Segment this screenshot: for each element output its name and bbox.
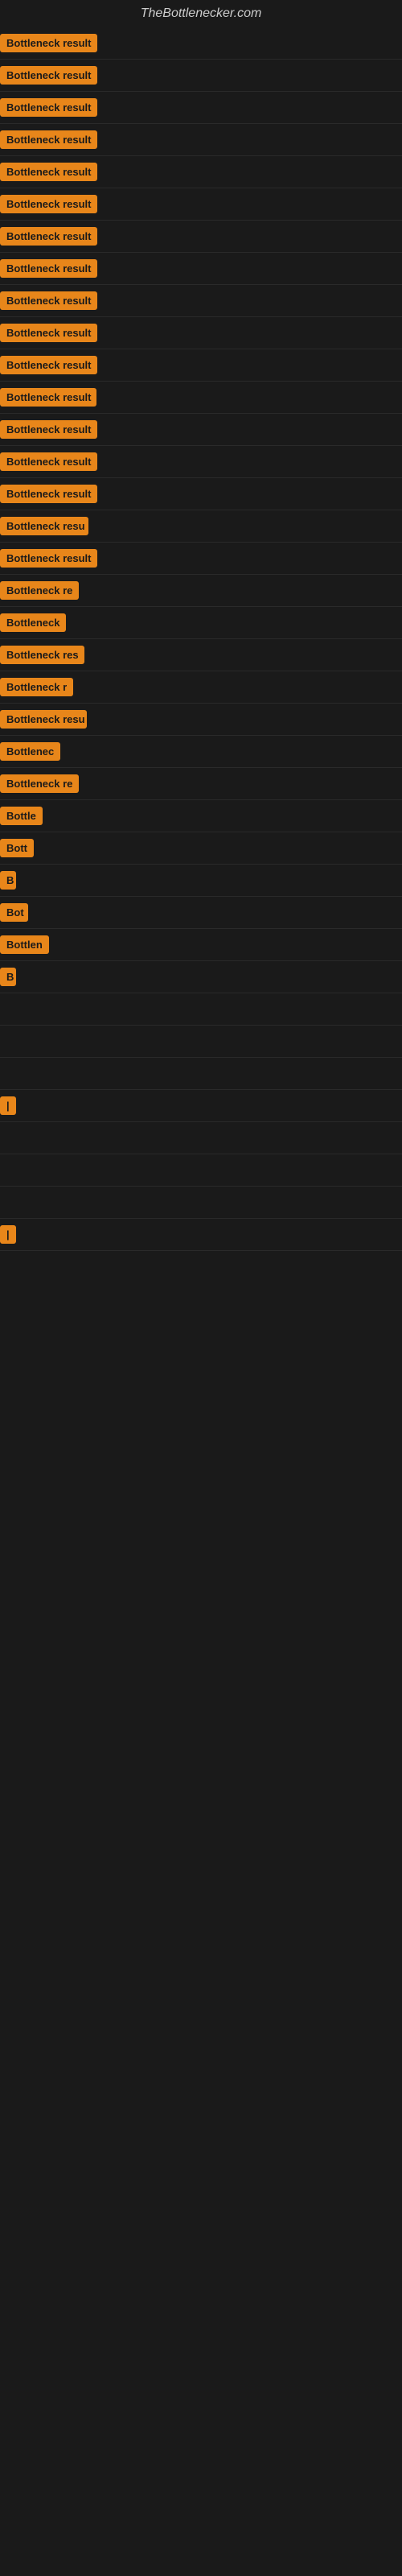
list-item: Bottleneck result: [0, 414, 402, 446]
bottleneck-badge: Bottleneck result: [0, 549, 97, 568]
bottleneck-badge: Bottleneck re: [0, 774, 79, 793]
list-item: B: [0, 961, 402, 993]
bottleneck-badge: Bottlenec: [0, 742, 60, 761]
list-item: Bottleneck res: [0, 639, 402, 671]
bottleneck-badge: Bott: [0, 839, 34, 857]
bottleneck-badge: Bottleneck result: [0, 227, 97, 246]
list-item: Bottleneck result: [0, 446, 402, 478]
list-item: Bottleneck r: [0, 671, 402, 704]
bottleneck-badge: Bottleneck: [0, 613, 66, 632]
bottleneck-badge: Bottlen: [0, 935, 49, 954]
bottleneck-badge: Bottleneck resu: [0, 710, 87, 729]
list-item: Bottleneck re: [0, 575, 402, 607]
list-item: Bottleneck resu: [0, 510, 402, 543]
bottleneck-badge: Bottleneck resu: [0, 517, 88, 535]
bottleneck-badge: Bottleneck result: [0, 259, 97, 278]
list-item: Bottleneck result: [0, 317, 402, 349]
bottleneck-badge: Bottle: [0, 807, 43, 825]
list-item: Bottlen: [0, 929, 402, 961]
list-item: Bottleneck result: [0, 478, 402, 510]
bottleneck-badge: Bottleneck result: [0, 452, 97, 471]
bottleneck-container: Bottleneck result Bottleneck result Bottle…: [0, 27, 402, 1251]
bottleneck-badge: B: [0, 871, 16, 890]
list-item: Bot: [0, 897, 402, 929]
bottleneck-badge: Bottleneck re: [0, 581, 79, 600]
list-item: Bottleneck re: [0, 768, 402, 800]
list-item: Bottleneck result: [0, 221, 402, 253]
list-item: B: [0, 865, 402, 897]
list-item: [0, 1154, 402, 1187]
bottleneck-badge: Bottleneck r: [0, 678, 73, 696]
list-item: Bottleneck result: [0, 188, 402, 221]
list-item: [0, 1187, 402, 1219]
list-item: Bottleneck result: [0, 92, 402, 124]
bottleneck-badge: Bot: [0, 903, 28, 922]
list-item: [0, 1026, 402, 1058]
list-item: Bottle: [0, 800, 402, 832]
bottleneck-badge: Bottleneck result: [0, 163, 97, 181]
list-item: [0, 1058, 402, 1090]
bottleneck-badge: Bottleneck result: [0, 291, 97, 310]
bottleneck-badge: Bottleneck result: [0, 388, 96, 407]
bottleneck-badge: Bottleneck result: [0, 66, 97, 85]
bottleneck-badge: Bottleneck res: [0, 646, 84, 664]
bottleneck-badge: Bottleneck result: [0, 485, 97, 503]
bottleneck-badge: |: [0, 1225, 16, 1244]
list-item: Bott: [0, 832, 402, 865]
bottleneck-badge: Bottleneck result: [0, 98, 97, 117]
bottleneck-badge: Bottleneck result: [0, 420, 97, 439]
list-item: Bottleneck result: [0, 285, 402, 317]
list-item: Bottlenec: [0, 736, 402, 768]
bottleneck-badge: |: [0, 1096, 16, 1115]
bottleneck-badge: Bottleneck result: [0, 324, 97, 342]
list-item: Bottleneck result: [0, 156, 402, 188]
list-item: |: [0, 1219, 402, 1251]
bottleneck-badge: Bottleneck result: [0, 356, 97, 374]
site-title: TheBottlenecker.com: [0, 0, 402, 27]
list-item: Bottleneck: [0, 607, 402, 639]
list-item: Bottleneck result: [0, 27, 402, 60]
list-item: Bottleneck result: [0, 124, 402, 156]
bottleneck-badge: Bottleneck result: [0, 195, 97, 213]
list-item: Bottleneck result: [0, 349, 402, 382]
list-item: [0, 993, 402, 1026]
list-item: Bottleneck result: [0, 382, 402, 414]
list-item: Bottleneck result: [0, 60, 402, 92]
list-item: [0, 1122, 402, 1154]
bottleneck-badge: B: [0, 968, 16, 986]
bottleneck-badge: Bottleneck result: [0, 130, 97, 149]
list-item: Bottleneck result: [0, 253, 402, 285]
list-item: Bottleneck result: [0, 543, 402, 575]
bottleneck-badge: Bottleneck result: [0, 34, 97, 52]
list-item: Bottleneck resu: [0, 704, 402, 736]
list-item: |: [0, 1090, 402, 1122]
